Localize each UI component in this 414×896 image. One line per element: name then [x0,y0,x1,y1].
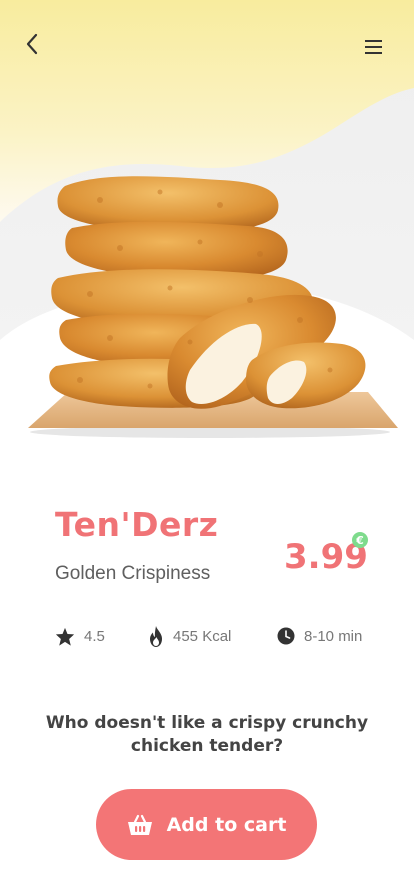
rating-value: 4.5 [84,627,105,645]
chevron-left-icon [26,33,38,55]
product-subtitle: Golden Crispiness [55,563,211,584]
back-button[interactable] [18,30,46,58]
time-value: 8-10 min [304,627,363,645]
flame-icon [150,625,162,647]
product-image [28,176,398,438]
calories-value: 455 Kcal [173,627,232,645]
calories-stat: 455 Kcal [148,624,231,648]
time-stat: 8-10 min [277,624,362,648]
menu-button[interactable] [362,36,384,58]
product-name: Ten'Derz [55,505,219,544]
star-icon [55,627,75,646]
add-to-cart-button[interactable]: Add to cart [96,789,317,860]
hamburger-menu-icon [364,40,382,54]
product-tagline: Who doesn't like a crispy crunchy chicke… [45,713,369,756]
rating-stat: 4.5 [55,624,105,648]
currency-badge: € [352,532,368,548]
basket-icon [127,814,152,835]
clock-icon [277,627,295,645]
add-to-cart-label: Add to cart [166,813,287,836]
